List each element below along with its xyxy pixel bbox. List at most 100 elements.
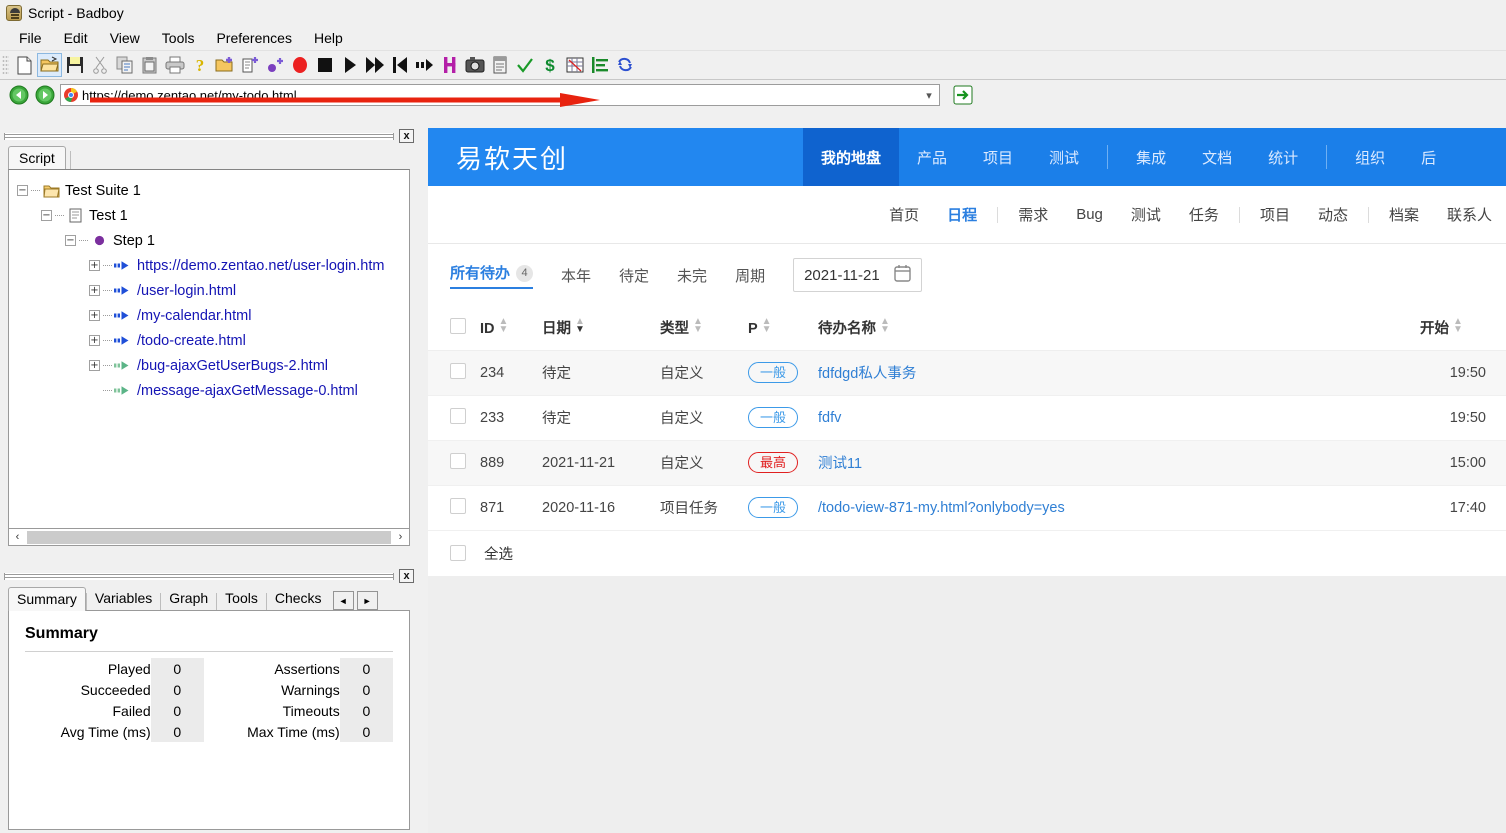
- cell-name[interactable]: /todo-view-871-my.html?onlybody=yes: [818, 485, 1420, 530]
- screenshot-icon[interactable]: [462, 53, 487, 77]
- go-button[interactable]: [952, 84, 974, 106]
- menu-item-view[interactable]: View: [99, 28, 151, 48]
- menu-item-file[interactable]: File: [8, 28, 53, 48]
- scroll-right-icon[interactable]: ›: [392, 530, 409, 545]
- subnav-item-0[interactable]: 首页: [875, 204, 933, 225]
- nav-item-5[interactable]: 集成: [1118, 128, 1184, 186]
- tree-node[interactable]: −Test 1: [17, 203, 409, 228]
- row-checkbox-cell[interactable]: [428, 395, 480, 440]
- column-header-待办名称[interactable]: 待办名称▲▼: [818, 306, 1420, 350]
- zentao-brand[interactable]: 易软天创: [428, 128, 803, 186]
- expand-icon[interactable]: +: [89, 260, 100, 271]
- cell-name[interactable]: fdfdgd私人事务: [818, 350, 1420, 395]
- tree-node[interactable]: +/bug-ajaxGetUserBugs-2.html: [17, 353, 409, 378]
- collapse-icon[interactable]: −: [41, 210, 52, 221]
- nav-item-6[interactable]: 文档: [1184, 128, 1250, 186]
- nav-item-7[interactable]: 统计: [1250, 128, 1316, 186]
- open-icon[interactable]: [37, 53, 62, 77]
- nav-item-1[interactable]: 产品: [899, 128, 965, 186]
- expand-icon[interactable]: +: [89, 360, 100, 371]
- panel-drag-handle[interactable]: [4, 133, 394, 140]
- column-header-checkbox[interactable]: [428, 306, 480, 350]
- tree-node[interactable]: +/my-calendar.html: [17, 303, 409, 328]
- menu-item-tools[interactable]: Tools: [151, 28, 206, 48]
- subnav-item-9[interactable]: 动态: [1304, 204, 1362, 225]
- scroll-left-icon[interactable]: ‹: [9, 530, 26, 545]
- results-drag-handle[interactable]: [4, 573, 394, 580]
- stop-icon[interactable]: [312, 53, 337, 77]
- subnav-item-1[interactable]: 日程: [933, 204, 991, 225]
- tree-node[interactable]: −Test Suite 1: [17, 178, 409, 203]
- tree-node[interactable]: +/todo-create.html: [17, 328, 409, 353]
- cell-name[interactable]: 测试11: [818, 440, 1420, 485]
- filter-tab-1[interactable]: 本年: [561, 265, 591, 286]
- nav-item-3[interactable]: 测试: [1031, 128, 1097, 186]
- chevron-down-icon[interactable]: ▾: [922, 89, 936, 102]
- expand-icon[interactable]: +: [89, 310, 100, 321]
- indent-icon[interactable]: [587, 53, 612, 77]
- row-checkbox-cell[interactable]: [428, 440, 480, 485]
- todo-link[interactable]: fdfdgd私人事务: [818, 366, 916, 382]
- collapse-icon[interactable]: −: [17, 185, 28, 196]
- record-icon[interactable]: [287, 53, 312, 77]
- table-row[interactable]: 8712020-11-16项目任务一般/todo-view-871-my.htm…: [428, 485, 1506, 530]
- row-checkbox[interactable]: [450, 363, 466, 379]
- todo-link[interactable]: 测试11: [818, 456, 862, 472]
- pause-icon[interactable]: [437, 53, 462, 77]
- play-all-icon[interactable]: [362, 53, 387, 77]
- todo-link[interactable]: /todo-view-871-my.html?onlybody=yes: [818, 500, 1065, 516]
- column-header-P[interactable]: P▲▼: [748, 306, 818, 350]
- close-icon[interactable]: x: [399, 569, 414, 583]
- menu-item-edit[interactable]: Edit: [53, 28, 99, 48]
- row-checkbox-cell[interactable]: [428, 350, 480, 395]
- cell-name[interactable]: fdfv: [818, 395, 1420, 440]
- filter-tab-0[interactable]: 所有待办4: [450, 262, 533, 289]
- subnav-item-12[interactable]: 联系人: [1433, 204, 1506, 225]
- script-tree[interactable]: −Test Suite 1−Test 1−Step 1+https://demo…: [8, 169, 410, 529]
- tab-variables[interactable]: Variables: [87, 587, 160, 610]
- tab-script[interactable]: Script: [8, 146, 66, 170]
- todo-link[interactable]: fdfv: [818, 410, 841, 426]
- play-icon[interactable]: [337, 53, 362, 77]
- variable-icon[interactable]: $: [537, 53, 562, 77]
- toolbar-grip[interactable]: [2, 55, 9, 75]
- new-icon[interactable]: [12, 53, 37, 77]
- paste-icon[interactable]: [137, 53, 162, 77]
- tree-node[interactable]: −Step 1: [17, 228, 409, 253]
- filter-tab-3[interactable]: 未完: [677, 265, 707, 286]
- expand-icon[interactable]: +: [89, 285, 100, 296]
- tree-node[interactable]: +/user-login.html: [17, 278, 409, 303]
- nav-item-10[interactable]: 后: [1403, 128, 1454, 186]
- menu-item-preferences[interactable]: Preferences: [205, 28, 302, 48]
- column-header-ID[interactable]: ID▲▼: [480, 306, 542, 350]
- close-icon[interactable]: x: [399, 129, 414, 143]
- subnav-item-11[interactable]: 档案: [1375, 204, 1433, 225]
- tab-graph[interactable]: Graph: [161, 587, 216, 610]
- nav-item-0[interactable]: 我的地盘: [803, 128, 899, 186]
- url-input[interactable]: https://demo.zentao.net/my-todo.html ▾: [60, 84, 940, 106]
- tab-tools[interactable]: Tools: [217, 587, 266, 610]
- sort-icon[interactable]: ▲▼: [693, 318, 703, 334]
- nav-item-9[interactable]: 组织: [1337, 128, 1403, 186]
- calendar-icon[interactable]: [894, 264, 911, 287]
- nav-item-2[interactable]: 项目: [965, 128, 1031, 186]
- sort-icon[interactable]: ▲▼: [499, 318, 509, 334]
- refresh-icon[interactable]: [612, 53, 637, 77]
- sort-icon[interactable]: ▲▼: [575, 318, 585, 334]
- menu-item-help[interactable]: Help: [303, 28, 354, 48]
- tree-horizontal-scrollbar[interactable]: ‹ ›: [8, 529, 410, 546]
- collapse-icon[interactable]: −: [65, 235, 76, 246]
- sort-icon[interactable]: ▲▼: [762, 318, 772, 334]
- date-picker[interactable]: 2021-11-21: [793, 258, 922, 292]
- column-header-日期[interactable]: 日期▲▼: [542, 306, 660, 350]
- table-row[interactable]: 234待定自定义一般fdfdgd私人事务19:50: [428, 350, 1506, 395]
- column-header-开始[interactable]: 开始▲▼: [1420, 306, 1506, 350]
- row-checkbox[interactable]: [450, 453, 466, 469]
- subnav-item-4[interactable]: Bug: [1062, 206, 1117, 223]
- column-header-类型[interactable]: 类型▲▼: [660, 306, 748, 350]
- subnav-item-6[interactable]: 任务: [1175, 204, 1233, 225]
- tabs-scroll-prev-button[interactable]: ◄: [333, 591, 354, 610]
- row-checkbox[interactable]: [450, 408, 466, 424]
- step-icon[interactable]: [412, 53, 437, 77]
- help-icon[interactable]: ?: [187, 53, 212, 77]
